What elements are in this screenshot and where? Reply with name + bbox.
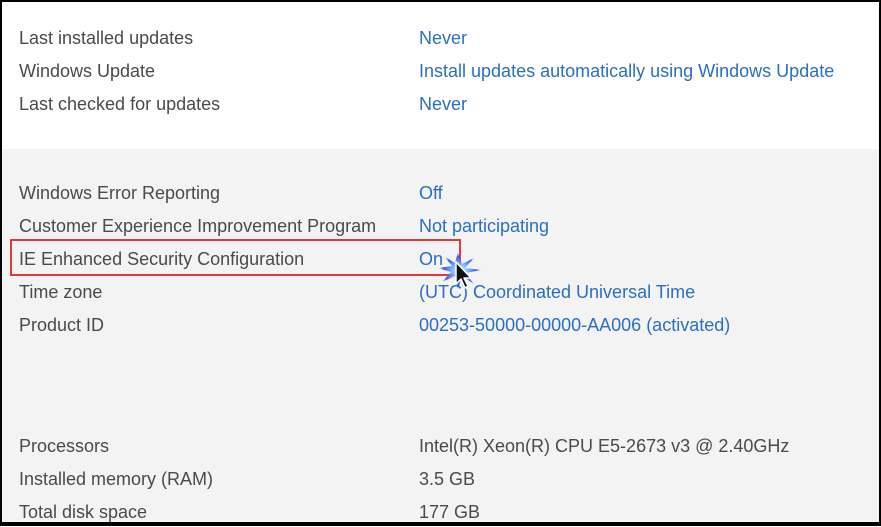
row-windows-update: Windows Update Install updates automatic…	[2, 56, 879, 86]
link-windows-update[interactable]: Install updates automatically using Wind…	[419, 56, 834, 86]
updates-section: Last installed updates Never Windows Upd…	[2, 2, 879, 149]
server-properties-panel: Last installed updates Never Windows Upd…	[0, 0, 881, 526]
row-last-installed-updates: Last installed updates Never	[2, 23, 879, 53]
value-installed-memory: 3.5 GB	[419, 469, 476, 489]
label-last-checked-updates: Last checked for updates	[19, 94, 221, 114]
row-total-disk-space: Total disk space 177 GB	[2, 497, 879, 522]
link-last-installed-updates[interactable]: Never	[419, 23, 467, 53]
row-installed-memory: Installed memory (RAM) 3.5 GB	[2, 464, 879, 494]
row-windows-error-reporting: Windows Error Reporting Off	[2, 178, 879, 208]
value-processors: Intel(R) Xeon(R) CPU E5-2673 v3 @ 2.40GH…	[419, 436, 790, 456]
mouse-cursor-click-icon	[438, 252, 482, 290]
label-product-id: Product ID	[19, 315, 105, 335]
label-time-zone: Time zone	[19, 282, 103, 302]
row-customer-experience: Customer Experience Improvement Program …	[2, 211, 879, 241]
label-installed-memory: Installed memory (RAM)	[19, 469, 214, 489]
label-processors: Processors	[19, 436, 110, 456]
label-customer-experience: Customer Experience Improvement Program	[19, 216, 377, 236]
link-last-checked-updates[interactable]: Never	[419, 89, 467, 119]
link-customer-experience[interactable]: Not participating	[419, 211, 549, 241]
value-total-disk-space: 177 GB	[419, 502, 481, 522]
link-windows-error-reporting[interactable]: Off	[419, 178, 443, 208]
label-windows-update: Windows Update	[19, 61, 156, 81]
row-last-checked-updates: Last checked for updates Never	[2, 89, 879, 119]
ie-esc-highlight-box	[10, 239, 461, 276]
label-last-installed-updates: Last installed updates	[19, 28, 194, 48]
label-windows-error-reporting: Windows Error Reporting	[19, 183, 221, 203]
row-product-id: Product ID 00253-50000-00000-AA006 (acti…	[2, 310, 879, 340]
link-product-id[interactable]: 00253-50000-00000-AA006 (activated)	[419, 310, 730, 340]
label-total-disk-space: Total disk space	[19, 502, 148, 522]
row-processors: Processors Intel(R) Xeon(R) CPU E5-2673 …	[2, 431, 879, 461]
